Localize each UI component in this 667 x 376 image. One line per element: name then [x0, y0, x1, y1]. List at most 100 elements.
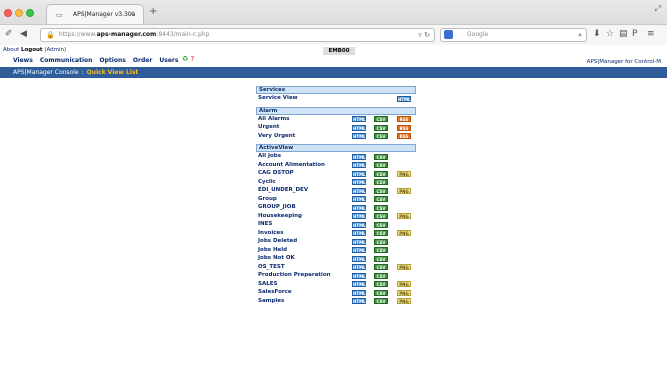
html-button[interactable]: HTML — [352, 124, 366, 131]
item-label[interactable]: All Jobs — [258, 153, 281, 159]
item-label[interactable]: Cyclic — [258, 179, 276, 185]
csv-button[interactable]: CSV — [374, 213, 388, 219]
search-icon[interactable]: ⌕ — [578, 29, 582, 41]
new-tab-button[interactable]: + — [149, 6, 157, 17]
back-icon[interactable]: ◀ — [20, 29, 27, 39]
item-label[interactable]: Jobs Not OK — [258, 255, 295, 261]
item-label[interactable]: GROUP_JIOB — [258, 204, 296, 210]
png-button[interactable]: PNG — [397, 170, 411, 177]
html-button[interactable]: HTML — [352, 255, 366, 262]
html-button[interactable]: HTML — [352, 116, 366, 122]
item-label[interactable]: Urgent — [258, 124, 279, 130]
pocket-icon[interactable]: P — [632, 29, 637, 39]
csv-button[interactable]: CSV — [374, 272, 388, 279]
html-button[interactable]: HTML — [352, 179, 366, 185]
png-button[interactable]: PNG — [397, 187, 411, 194]
csv-button[interactable]: CSV — [374, 179, 388, 185]
menu-order[interactable]: Order — [133, 57, 152, 64]
html-button[interactable]: HTML — [352, 204, 366, 211]
menu-options[interactable]: Options — [100, 57, 126, 64]
item-label[interactable]: Very Urgent — [258, 133, 295, 139]
html-button[interactable]: HTML — [352, 213, 366, 219]
png-button[interactable]: PNG — [397, 298, 411, 304]
reload-icon[interactable]: ▿ ↻ — [418, 29, 430, 41]
item-label[interactable]: Samples — [258, 298, 284, 304]
tab-close-icon[interactable]: × — [128, 9, 135, 18]
csv-button[interactable]: CSV — [374, 116, 388, 122]
item-label[interactable]: Service View — [258, 95, 298, 101]
bookmark-star-icon[interactable]: ☆ — [606, 29, 614, 39]
item-label[interactable]: SalesForce — [258, 289, 292, 295]
html-button[interactable]: HTML — [352, 153, 366, 160]
csv-button[interactable]: CSV — [374, 170, 388, 177]
browser-tab[interactable]: ▭ APS|Manager v3.30a × — [46, 4, 144, 24]
html-button[interactable]: HTML — [352, 289, 366, 296]
rss-button[interactable]: RSS — [397, 124, 411, 131]
item-label[interactable]: Jobs Deleted — [258, 238, 297, 244]
about-link[interactable]: About — [3, 47, 19, 53]
item-label[interactable]: All Alarms — [258, 116, 290, 122]
csv-button[interactable]: CSV — [374, 281, 388, 287]
download-icon[interactable]: ⬇ — [593, 29, 601, 39]
png-button[interactable]: PNG — [397, 289, 411, 296]
menu-icon[interactable]: ≡ — [647, 29, 655, 39]
html-button[interactable]: HTML — [352, 187, 366, 194]
png-button[interactable]: PNG — [397, 230, 411, 236]
html-button[interactable]: HTML — [352, 264, 366, 270]
menu-communication[interactable]: Communication — [40, 57, 93, 64]
html-button[interactable]: HTML — [352, 221, 366, 228]
item-label[interactable]: Group — [258, 196, 277, 202]
item-label[interactable]: CAG DSTOP — [258, 170, 294, 176]
csv-button[interactable]: CSV — [374, 204, 388, 211]
item-label[interactable]: OS_TEST — [258, 264, 285, 270]
breadcrumb-root[interactable]: APS|Manager Console — [13, 69, 79, 76]
csv-button[interactable]: CSV — [374, 124, 388, 131]
csv-button[interactable]: CSV — [374, 133, 388, 139]
help-icon[interactable]: ? — [191, 55, 195, 63]
csv-button[interactable]: CSV — [374, 187, 388, 194]
html-button[interactable]: HTML — [352, 133, 366, 139]
png-button[interactable]: PNG — [397, 213, 411, 219]
csv-button[interactable]: CSV — [374, 196, 388, 202]
search-input[interactable]: Google ⌕ — [440, 28, 587, 42]
item-label[interactable]: Invoices — [258, 230, 283, 236]
png-button[interactable]: PNG — [397, 281, 411, 287]
rss-button[interactable]: RSS — [397, 133, 411, 139]
url-bar[interactable]: 🔒 https://www.aps-manager.com:8443/main-c… — [40, 28, 435, 42]
html-button[interactable]: HTML — [352, 162, 366, 168]
csv-button[interactable]: CSV — [374, 162, 388, 168]
html-button[interactable]: HTML — [352, 298, 366, 304]
html-button[interactable]: HTML — [352, 170, 366, 177]
fullscreen-icon[interactable]: ⤢ — [655, 4, 661, 14]
html-button[interactable]: HTML — [352, 247, 366, 253]
csv-button[interactable]: CSV — [374, 230, 388, 236]
bookmarks-icon[interactable]: ▤ — [619, 29, 628, 39]
csv-button[interactable]: CSV — [374, 298, 388, 304]
csv-button[interactable]: CSV — [374, 255, 388, 262]
logout-link[interactable]: Logout — [21, 47, 43, 53]
csv-button[interactable]: CSV — [374, 221, 388, 228]
html-button[interactable]: HTML — [352, 230, 366, 236]
tools-icon[interactable]: ✐ — [5, 29, 13, 39]
item-label[interactable]: Account Alimentation — [258, 162, 325, 168]
rss-button[interactable]: RSS — [397, 116, 411, 122]
csv-button[interactable]: CSV — [374, 238, 388, 245]
item-label[interactable]: Housekeeping — [258, 213, 302, 219]
csv-button[interactable]: CSV — [374, 247, 388, 253]
item-label[interactable]: Jobs Held — [258, 247, 287, 253]
csv-button[interactable]: CSV — [374, 289, 388, 296]
menu-views[interactable]: Views — [13, 57, 33, 64]
item-label[interactable]: SALES — [258, 281, 277, 287]
close-window-button[interactable] — [4, 9, 12, 17]
html-button[interactable]: HTML — [352, 196, 366, 202]
html-button[interactable]: HTML — [352, 238, 366, 245]
html-button[interactable]: HTML — [352, 281, 366, 287]
item-label[interactable]: EDI_UNDER_DEV — [258, 187, 308, 193]
menu-users[interactable]: Users — [159, 57, 178, 64]
csv-button[interactable]: CSV — [374, 153, 388, 160]
png-button[interactable]: PNG — [397, 264, 411, 270]
zoom-window-button[interactable] — [26, 9, 34, 17]
csv-button[interactable]: CSV — [374, 264, 388, 270]
item-label[interactable]: Production Preparation — [258, 272, 331, 278]
item-label[interactable]: INES — [258, 221, 272, 227]
